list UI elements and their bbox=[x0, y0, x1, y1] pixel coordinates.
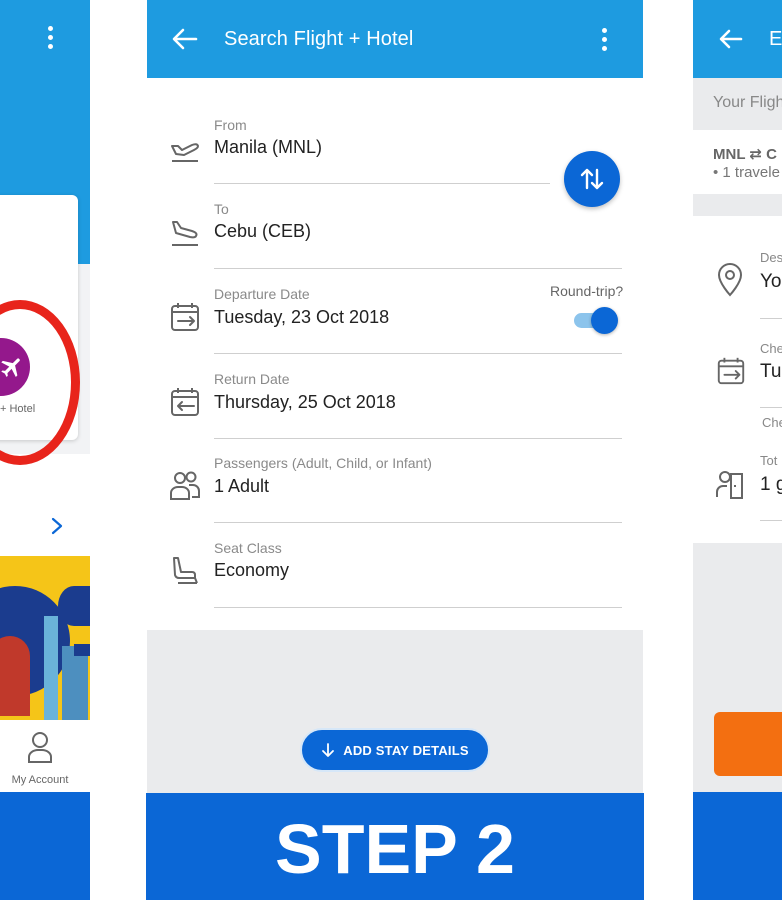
total-guests-label: Tot bbox=[760, 453, 778, 468]
search-button[interactable] bbox=[714, 712, 782, 776]
flight-summary-label: Your Fligh bbox=[713, 94, 782, 111]
round-trip-toggle[interactable] bbox=[574, 307, 620, 334]
next-screen: E Your Fligh MNL ⇄ C • 1 travele Des Yo … bbox=[693, 0, 782, 900]
calendar-checkin-icon bbox=[717, 357, 745, 385]
passengers-icon bbox=[170, 471, 200, 500]
swap-icon bbox=[580, 168, 604, 190]
nav-my-account[interactable]: My Account bbox=[0, 722, 90, 792]
passengers-divider bbox=[214, 522, 622, 523]
destination-label: Des bbox=[760, 250, 782, 265]
account-label: My Account bbox=[11, 774, 69, 786]
step-banner-text: STEP 2 bbox=[275, 810, 515, 888]
add-stay-details-label: ADD STAY DETAILS bbox=[343, 742, 469, 758]
total-guests-divider bbox=[760, 520, 782, 521]
return-divider bbox=[214, 438, 622, 439]
departure-divider bbox=[214, 353, 622, 354]
back-arrow-icon[interactable] bbox=[171, 27, 199, 51]
total-guests-value: 1 g bbox=[760, 474, 782, 495]
to-divider bbox=[214, 268, 622, 269]
app-bar: Search Flight + Hotel bbox=[147, 0, 643, 78]
seat-class-label: Seat Class bbox=[214, 540, 282, 556]
from-label: From bbox=[214, 117, 247, 133]
to-field[interactable]: To Cebu (CEB) bbox=[146, 201, 644, 285]
passengers-field[interactable]: Passengers (Adult, Child, or Infant) 1 A… bbox=[146, 455, 644, 539]
promo-banner[interactable] bbox=[0, 556, 90, 720]
step-label: STEP 2 bbox=[275, 810, 515, 888]
to-label: To bbox=[214, 201, 229, 217]
next-title: E bbox=[769, 28, 782, 50]
seat-class-field[interactable]: Seat Class Economy bbox=[146, 540, 644, 624]
departure-label: Departure Date bbox=[214, 286, 310, 302]
guest-room-icon bbox=[716, 471, 743, 499]
round-trip-label: Round-trip? bbox=[550, 283, 624, 299]
swap-route-button[interactable] bbox=[564, 151, 620, 207]
route-summary: MNL ⇄ C bbox=[713, 146, 777, 163]
checkout-label: Che bbox=[762, 415, 782, 430]
calendar-depart-icon bbox=[171, 303, 199, 331]
destination-value: Yo bbox=[760, 271, 782, 292]
page-title: Search Flight + Hotel bbox=[224, 28, 414, 50]
seat-icon bbox=[173, 557, 198, 584]
return-value: Thursday, 25 Oct 2018 bbox=[214, 392, 396, 412]
seat-class-value: Economy bbox=[214, 560, 290, 580]
landing-icon bbox=[172, 221, 198, 246]
checkin-value: Tue bbox=[760, 361, 782, 382]
screenshot-collage: + Hotel My Account Search Flight + Hotel bbox=[0, 0, 782, 900]
seat-class-divider bbox=[214, 607, 622, 608]
travelers-summary: • 1 travele bbox=[713, 164, 780, 181]
passengers-label: Passengers (Adult, Child, or Infant) bbox=[214, 455, 432, 471]
search-flight-hotel-screen: Search Flight + Hotel From Manila (MNL) bbox=[146, 0, 644, 900]
previous-screen: + Hotel My Account bbox=[0, 0, 90, 900]
kebab-menu-icon[interactable] bbox=[599, 28, 609, 52]
chevron-right-icon[interactable] bbox=[50, 516, 64, 536]
add-stay-details-button[interactable]: ADD STAY DETAILS bbox=[300, 728, 490, 772]
to-value: Cebu (CEB) bbox=[214, 221, 312, 241]
arrow-down-icon bbox=[322, 743, 335, 757]
blue-footer bbox=[693, 792, 782, 900]
kebab-menu-icon[interactable] bbox=[46, 26, 54, 50]
toggle-knob bbox=[591, 307, 618, 334]
calendar-return-icon bbox=[171, 388, 199, 416]
from-value: Manila (MNL) bbox=[214, 137, 323, 157]
from-divider bbox=[214, 183, 550, 184]
location-pin-icon bbox=[717, 263, 743, 297]
checkin-divider bbox=[760, 407, 782, 408]
checkin-label: Che bbox=[760, 341, 782, 356]
destination-divider bbox=[760, 318, 782, 319]
takeoff-icon bbox=[171, 143, 199, 162]
return-label: Return Date bbox=[214, 371, 290, 387]
departure-value: Tuesday, 23 Oct 2018 bbox=[214, 307, 390, 327]
back-arrow-icon[interactable] bbox=[718, 27, 744, 51]
return-date-field[interactable]: Return Date Thursday, 25 Oct 2018 bbox=[146, 371, 644, 455]
passengers-value: 1 Adult bbox=[214, 476, 270, 496]
next-app-bar: E bbox=[693, 0, 782, 78]
account-icon bbox=[28, 732, 52, 763]
section-gap bbox=[693, 194, 782, 216]
blue-footer bbox=[0, 792, 90, 900]
